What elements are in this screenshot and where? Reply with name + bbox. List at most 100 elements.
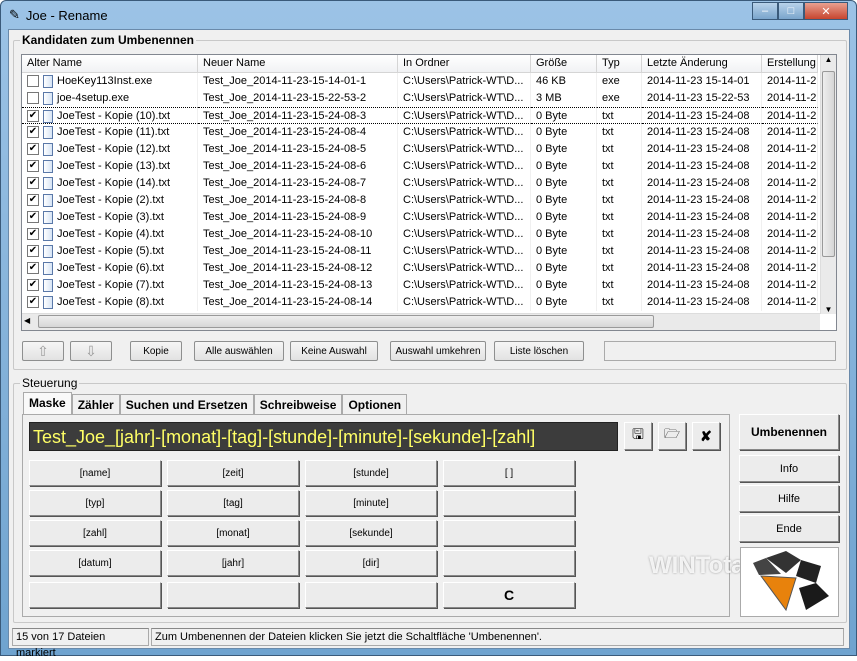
table-row[interactable]: ✔ JoeTest - Kopie (8).txt Test_Joe_2014-11…	[22, 294, 818, 311]
table-row[interactable]: ✔ JoeTest - Kopie (2).txt Test_Joe_2014-11…	[22, 192, 818, 209]
tab-maske[interactable]: Maske	[23, 392, 72, 414]
row-checkbox[interactable]	[27, 92, 39, 105]
column-header[interactable]: Typ	[597, 55, 642, 72]
placeholder-button[interactable]: [tag]	[167, 490, 299, 516]
column-header[interactable]: Neuer Name	[198, 55, 398, 72]
placeholder-button[interactable]	[29, 582, 161, 608]
cell-old: ✔ JoeTest - Kopie (12).txt	[22, 141, 198, 158]
column-header[interactable]: Alter Name	[22, 55, 198, 72]
tab-schreibweise[interactable]: Schreibweise	[253, 394, 343, 414]
cell-text: 2014-11-23 15-24-08	[647, 177, 750, 189]
placeholder-button[interactable]	[443, 520, 575, 546]
scroll-down-arrow-icon[interactable]: ▼	[821, 305, 836, 314]
mask-input[interactable]: Test_Joe_[jahr]-[monat]-[tag]-[stunde]-[…	[29, 422, 618, 451]
horizontal-scrollbar[interactable]: ◀	[22, 313, 820, 330]
scroll-up-arrow-icon[interactable]: ▲	[821, 55, 836, 71]
placeholder-button[interactable]: [sekunde]	[305, 520, 437, 546]
end-button[interactable]: Ende	[739, 515, 839, 542]
help-button[interactable]: Hilfe	[739, 485, 839, 512]
row-checkbox[interactable]: ✔	[27, 228, 39, 241]
placeholder-button[interactable]: [zahl]	[29, 520, 161, 546]
row-checkbox[interactable]: ✔	[27, 296, 39, 309]
table-row[interactable]: HoeKey113Inst.exe Test_Joe_2014-11-23-15-…	[22, 73, 818, 90]
placeholder-button[interactable]: [minute]	[305, 490, 437, 516]
file-icon	[43, 176, 53, 190]
table-row[interactable]: ✔ JoeTest - Kopie (13).txt Test_Joe_2014-1…	[22, 158, 818, 175]
row-checkbox[interactable]: ✔	[27, 279, 39, 292]
placeholder-button[interactable]	[305, 582, 437, 608]
select-all-button[interactable]: Alle auswählen	[194, 341, 284, 361]
table-row[interactable]: ✔ JoeTest - Kopie (3).txt Test_Joe_2014-11…	[22, 209, 818, 226]
placeholder-button[interactable]: [jahr]	[167, 550, 299, 576]
cell-type: txt	[597, 141, 642, 158]
table-row[interactable]: ✔ JoeTest - Kopie (5).txt Test_Joe_2014-11…	[22, 243, 818, 260]
close-button[interactable]: ✕	[804, 2, 848, 20]
column-header[interactable]: Letzte Änderung	[642, 55, 762, 72]
row-checkbox[interactable]: ✔	[27, 126, 39, 139]
window-title: Joe - Rename	[25, 7, 108, 23]
row-checkbox[interactable]: ✔	[27, 143, 39, 156]
cell-type: txt	[597, 158, 642, 175]
column-header[interactable]: In Ordner	[398, 55, 531, 72]
minimize-button[interactable]: –	[752, 2, 778, 20]
maximize-button[interactable]: □	[778, 2, 804, 20]
select-none-button[interactable]: Keine Auswahl	[290, 341, 378, 361]
tab-suchen-ersetzen[interactable]: Suchen und Ersetzen	[119, 394, 254, 414]
info-button[interactable]: Info	[739, 455, 839, 482]
cell-type: txt	[597, 243, 642, 260]
placeholder-button[interactable]: [typ]	[29, 490, 161, 516]
table-row[interactable]: ✔ JoeTest - Kopie (11).txt Test_Joe_2014-1…	[22, 124, 818, 141]
placeholder-button[interactable]: [name]	[29, 460, 161, 486]
row-checkbox[interactable]: ✔	[27, 211, 39, 224]
file-list[interactable]: Alter Name Neuer Name In Ordner Größe Typ Let…	[21, 54, 837, 331]
placeholder-button[interactable]	[167, 582, 299, 608]
move-down-button[interactable]: ⇩	[70, 341, 112, 361]
cell-modified: 2014-11-23 15-22-53	[642, 90, 762, 107]
vertical-scrollbar[interactable]: ▲ ▼	[820, 55, 836, 314]
tab-optionen[interactable]: Optionen	[342, 394, 408, 414]
table-row[interactable]: ✔ JoeTest - Kopie (12).txt Test_Joe_2014-1…	[22, 141, 818, 158]
row-checkbox[interactable]: ✔	[27, 177, 39, 190]
table-row[interactable]: ✔ JoeTest - Kopie (7).txt Test_Joe_2014-11…	[22, 277, 818, 294]
table-row[interactable]: ✔ JoeTest - Kopie (10).txt Test_Joe_2014-1…	[22, 107, 818, 124]
table-row[interactable]: ✔ JoeTest - Kopie (14).txt Test_Joe_2014-1…	[22, 175, 818, 192]
undo-icon[interactable]: C	[443, 582, 575, 608]
cell-text: C:\Users\Patrick-WT\D...	[403, 296, 524, 308]
vertical-scroll-thumb[interactable]	[822, 71, 835, 257]
row-checkbox[interactable]	[27, 75, 39, 88]
table-row[interactable]: ✔ JoeTest - Kopie (4).txt Test_Joe_2014-11…	[22, 226, 818, 243]
invert-selection-button[interactable]: Auswahl umkehren	[390, 341, 486, 361]
cell-created: 2014-11-2	[762, 260, 818, 277]
placeholder-button[interactable]: [ ]	[443, 460, 575, 486]
column-header[interactable]: Erstellung	[762, 55, 818, 72]
cell-text: JoeTest - Kopie (14).txt	[57, 177, 171, 189]
save-icon[interactable]: 🖫	[624, 422, 652, 450]
rename-button[interactable]: Umbenennen	[739, 414, 839, 450]
file-icon	[43, 142, 53, 156]
tab-zaehler[interactable]: Zähler	[71, 394, 120, 414]
placeholder-button[interactable]: [stunde]	[305, 460, 437, 486]
placeholder-button[interactable]: [monat]	[167, 520, 299, 546]
placeholder-button[interactable]	[443, 490, 575, 516]
table-row[interactable]: ✔ JoeTest - Kopie (6).txt Test_Joe_2014-11…	[22, 260, 818, 277]
move-up-button[interactable]: ⇧	[22, 341, 64, 361]
table-row[interactable]: joe-4setup.exe Test_Joe_2014-11-23-15-22-…	[22, 90, 818, 107]
column-header[interactable]: Größe	[531, 55, 597, 72]
row-checkbox[interactable]: ✔	[27, 160, 39, 173]
row-checkbox[interactable]: ✔	[27, 245, 39, 258]
clear-mask-icon[interactable]: ✘	[692, 422, 720, 450]
cell-modified: 2014-11-23 15-24-08	[642, 158, 762, 175]
scroll-left-arrow-icon[interactable]: ◀	[24, 316, 30, 325]
row-checkbox[interactable]: ✔	[27, 194, 39, 207]
placeholder-button[interactable]	[443, 550, 575, 576]
placeholder-button[interactable]: [datum]	[29, 550, 161, 576]
copy-button[interactable]: Kopie	[130, 341, 182, 361]
placeholder-button[interactable]: [zeit]	[167, 460, 299, 486]
folder-open-icon[interactable]: 🗁	[658, 422, 686, 450]
horizontal-scroll-thumb[interactable]	[38, 315, 654, 328]
row-checkbox[interactable]: ✔	[27, 110, 39, 123]
cell-old: ✔ JoeTest - Kopie (7).txt	[22, 277, 198, 294]
clear-list-button[interactable]: Liste löschen	[494, 341, 584, 361]
placeholder-button[interactable]: [dir]	[305, 550, 437, 576]
row-checkbox[interactable]: ✔	[27, 262, 39, 275]
